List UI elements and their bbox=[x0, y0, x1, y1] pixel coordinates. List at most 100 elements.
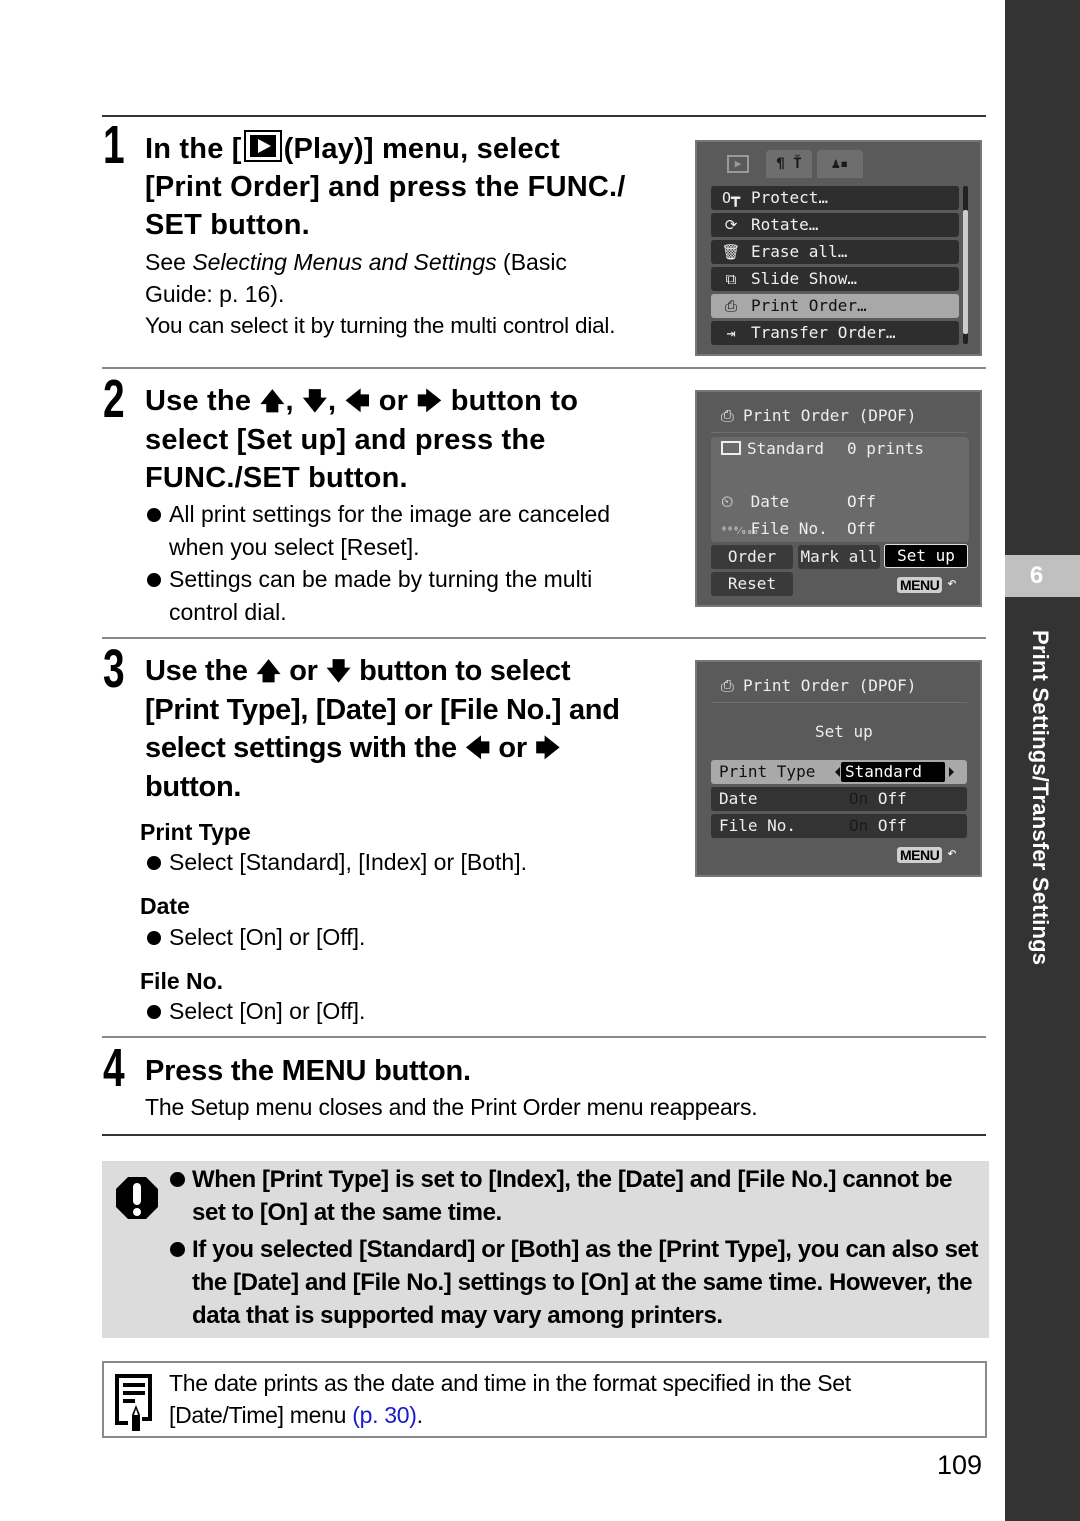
erase-icon: 🗑 bbox=[721, 243, 741, 261]
standard-print-icon bbox=[721, 441, 741, 455]
left-triangle-icon[interactable] bbox=[835, 767, 840, 777]
my-camera-tab-icon[interactable]: ♟▪ bbox=[817, 150, 863, 178]
section-divider bbox=[102, 1036, 986, 1038]
subsection-heading-date: Date bbox=[140, 893, 190, 919]
text: You can select it by turning the multi c… bbox=[145, 313, 616, 338]
play-tab-icon[interactable]: ▶ bbox=[715, 150, 761, 178]
title-text: [Print Type], [Date] or [File No.] and bbox=[145, 694, 620, 726]
divider bbox=[711, 702, 967, 703]
option-on[interactable]: On bbox=[849, 789, 868, 808]
menu-item-erase-all[interactable]: 🗑 Erase all… bbox=[711, 240, 959, 264]
title-text: select settings with the bbox=[145, 732, 457, 764]
chapter-number-tab[interactable]: 6 bbox=[1005, 555, 1080, 597]
caution-icon bbox=[116, 1177, 158, 1219]
text: (Basic bbox=[496, 249, 567, 275]
title-text: button to bbox=[450, 385, 579, 417]
title-text: select [Set up] and press the bbox=[145, 424, 546, 456]
text: The date prints as the date and time in … bbox=[169, 1370, 851, 1428]
setting-row-file-no[interactable]: File No. On Off bbox=[711, 814, 967, 838]
setting-row-print-type[interactable]: Print Type Standard bbox=[711, 760, 967, 784]
label: Slide Show… bbox=[751, 269, 857, 288]
menu-tabs: ▶ ¶ Ť ♟▪ bbox=[715, 150, 863, 178]
list-item: Select [On] or [Off]. bbox=[145, 921, 365, 954]
print-icon: ⎙ bbox=[724, 297, 737, 315]
file-no-summary: ⁰⁰⁰⁄₀₀₀ File No. bbox=[721, 519, 828, 538]
step-2-title: Use the 🡅, 🡇, 🡄 or 🡆 button to select [S… bbox=[145, 382, 578, 497]
label: Print Type bbox=[719, 762, 816, 781]
menu-badge: MENU bbox=[897, 847, 943, 863]
section-divider bbox=[102, 115, 986, 117]
order-button[interactable]: Order bbox=[711, 545, 793, 569]
setup-subtitle: Set up bbox=[815, 722, 873, 741]
step-4-title: Press the MENU button. bbox=[145, 1055, 471, 1087]
slideshow-icon: ⧉ bbox=[725, 270, 737, 288]
title-text: SET button. bbox=[145, 209, 310, 241]
menu-item-print-order[interactable]: ⎙ Print Order… bbox=[711, 294, 959, 318]
date-bullets: Select [On] or [Off]. bbox=[145, 921, 365, 954]
right-arrow-icon: 🡆 bbox=[535, 735, 560, 762]
setup-tab-icon[interactable]: ¶ Ť bbox=[766, 150, 812, 178]
file-no-bullets: Select [On] or [Off]. bbox=[145, 995, 365, 1028]
memo-pencil-icon bbox=[115, 1374, 152, 1431]
file-no-options: On Off bbox=[849, 814, 907, 838]
menu-item-rotate[interactable]: ⟳ Rotate… bbox=[711, 213, 959, 237]
label: Erase all… bbox=[751, 242, 848, 261]
right-arrow-icon: 🡆 bbox=[416, 388, 442, 415]
rotate-icon: ⟳ bbox=[724, 216, 738, 234]
caution-box: When [Print Type] is set to [Index], the… bbox=[102, 1161, 989, 1338]
option-on[interactable]: On bbox=[849, 816, 868, 835]
print-type-summary: Standard bbox=[721, 439, 824, 458]
step-number: 3 bbox=[103, 639, 125, 699]
page-number: 109 bbox=[937, 1450, 983, 1480]
menu-item-protect[interactable]: O┳ Protect… bbox=[711, 186, 959, 210]
left-arrow-icon: 🡄 bbox=[465, 735, 490, 762]
option-off[interactable]: Off bbox=[878, 789, 907, 808]
text: Guide: p. 16). bbox=[145, 281, 285, 307]
caution-item: If you selected [Standard] or [Both] as … bbox=[168, 1233, 983, 1332]
transfer-icon: ⇥ bbox=[726, 324, 736, 342]
file-number-icon: ⁰⁰⁰⁄₀₀₀ bbox=[721, 526, 759, 537]
menu-scrollbar[interactable] bbox=[963, 186, 968, 344]
page-reference-link[interactable]: (p. 30) bbox=[352, 1402, 417, 1428]
print-type-value[interactable]: Standard bbox=[841, 762, 945, 782]
return-icon: ↶ bbox=[947, 843, 957, 862]
text: . bbox=[416, 1402, 423, 1428]
screen-title: ⎙ Print Order (DPOF) bbox=[721, 406, 916, 426]
print-type-bullets: Select [Standard], [Index] or [Both]. bbox=[145, 846, 527, 879]
title-text: Print Order (DPOF) bbox=[743, 406, 917, 425]
setting-row-date[interactable]: Date On Off bbox=[711, 787, 967, 811]
note-text: The date prints as the date and time in … bbox=[169, 1367, 969, 1431]
camera-screen-play-menu: ▶ ¶ Ť ♟▪ O┳ Protect… ⟳ Rotate… 🗑 Erase all…… bbox=[695, 140, 982, 356]
menu-item-slide-show[interactable]: ⧉ Slide Show… bbox=[711, 267, 959, 291]
caution-item: When [Print Type] is set to [Index], the… bbox=[168, 1163, 983, 1229]
step-number: 4 bbox=[103, 1038, 125, 1098]
step-number: 2 bbox=[103, 369, 125, 429]
key-icon: O┳ bbox=[721, 189, 741, 207]
camera-screen-set-up: ⎙ Print Order (DPOF) Set up Print Type St… bbox=[695, 660, 982, 877]
reset-button[interactable]: Reset bbox=[711, 572, 793, 596]
mark-all-button[interactable]: Mark all bbox=[798, 545, 880, 569]
reference-title: Selecting Menus and Settings bbox=[192, 249, 497, 275]
list-item: Settings can be made by turning the mult… bbox=[145, 563, 665, 628]
label: Print Order… bbox=[751, 296, 867, 315]
step-1-reference: See Selecting Menus and Settings (Basic … bbox=[145, 246, 615, 342]
list-item: Select [Standard], [Index] or [Both]. bbox=[145, 846, 527, 879]
return-icon: ↶ bbox=[947, 573, 957, 592]
label: Transfer Order… bbox=[751, 323, 896, 342]
title-text: or bbox=[498, 732, 527, 764]
title-text: Use the bbox=[145, 385, 252, 417]
down-arrow-icon: 🡇 bbox=[302, 388, 328, 415]
list-item: Select [On] or [Off]. bbox=[145, 995, 365, 1028]
divider bbox=[711, 432, 967, 433]
label: File No. bbox=[750, 519, 828, 538]
right-triangle-icon[interactable] bbox=[949, 767, 954, 777]
label: Date bbox=[750, 492, 790, 511]
step-3-title: Use the 🡅 or 🡇 button to select [Print T… bbox=[145, 652, 620, 806]
title-text: or bbox=[289, 655, 318, 687]
option-off[interactable]: Off bbox=[878, 816, 907, 835]
screen-title: ⎙ Print Order (DPOF) bbox=[721, 676, 916, 696]
title-text: [Print Order] and press the FUNC./ bbox=[145, 171, 626, 203]
title-text: (Play)] menu, select bbox=[283, 133, 561, 165]
menu-item-transfer-order[interactable]: ⇥ Transfer Order… bbox=[711, 321, 959, 345]
set-up-button[interactable]: Set up bbox=[884, 544, 968, 568]
